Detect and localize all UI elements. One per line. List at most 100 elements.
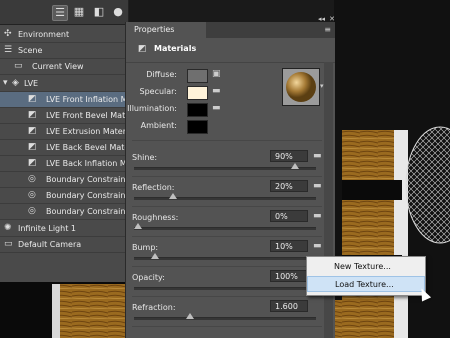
diffuse-label: Diffuse: (146, 70, 177, 79)
divider (132, 206, 322, 207)
slider-track[interactable] (134, 197, 316, 200)
slider-value-input[interactable]: 1.600 (270, 300, 308, 312)
divider (132, 266, 322, 267)
tree-item-label: Current View (32, 62, 84, 71)
expand-arrow-icon[interactable]: ▾ (3, 76, 8, 91)
tree-item[interactable]: ◎ Boundary Constraint 3 (0, 204, 128, 220)
slider-thumb[interactable] (168, 193, 177, 199)
properties-panel: Properties ◂◂ ✕ ≡ ◩ Materials Diffuse: ▣… (125, 15, 335, 338)
tree-item[interactable]: ◩ LVE Back Inflation Ma (0, 156, 128, 172)
diffuse-swatch[interactable] (187, 69, 208, 83)
texture-folder-icon[interactable]: ▬ (313, 152, 325, 161)
tree-item[interactable]: ☰ Scene (0, 43, 128, 59)
materials-header: ◩ Materials (126, 38, 335, 63)
tree-item[interactable]: ◩ LVE Extrusion Materia (0, 124, 128, 140)
slider-label: Opacity: (132, 273, 165, 282)
properties-tabbar: Properties ◂◂ ✕ ≡ (126, 15, 335, 38)
materials-filter-icon[interactable]: ◧ (92, 5, 106, 19)
tree-item[interactable]: ◩ LVE Front Inflation Ma (0, 92, 128, 108)
constraint-icon: ◎ (28, 190, 36, 200)
tree-item-label: Environment (18, 30, 70, 39)
scene-panel: ☰ ▦ ◧ ● ✣ Environment ☰ Scene ▭ Current View ▾… (0, 0, 129, 282)
tree-item-label: LVE (24, 79, 39, 88)
texture-folder-icon[interactable]: ▬ (313, 182, 325, 191)
illumination-swatch[interactable] (187, 103, 208, 117)
preview-dropdown-icon[interactable]: ▾ (320, 82, 324, 90)
slider-label: Roughness: (132, 213, 179, 222)
illumination-label: Illumination: (127, 104, 177, 113)
tree-item[interactable]: ◩ LVE Front Bevel Materi (0, 108, 128, 124)
slider-track[interactable] (134, 167, 316, 170)
menu-item-load-texture[interactable]: Load Texture... (307, 276, 425, 292)
tree-item[interactable]: ▭ Default Camera (0, 237, 128, 253)
slider-track[interactable] (134, 257, 316, 260)
texture-context-menu: New Texture... Load Texture... (306, 256, 426, 296)
slider-value-input[interactable]: 90% (270, 150, 308, 162)
diffuse-texture-icon[interactable]: ▣ (212, 70, 224, 79)
material-icon: ◩ (28, 94, 37, 104)
scene-icon: ☰ (4, 45, 13, 55)
slider-thumb[interactable] (186, 313, 195, 319)
slider-thumb[interactable] (151, 253, 160, 259)
lights-filter-icon[interactable]: ● (111, 5, 125, 19)
tree-item[interactable]: ◎ Boundary Constraint 2 (0, 188, 128, 204)
ambient-label: Ambient: (140, 121, 177, 130)
slider-label: Bump: (132, 243, 159, 252)
specular-swatch[interactable] (187, 86, 208, 100)
constraint-icon: ◎ (28, 206, 36, 216)
tree-item-label: LVE Extrusion Materia (46, 127, 128, 136)
tree-item[interactable]: ▾ ◈ LVE (0, 76, 128, 92)
camera-icon: ▭ (14, 61, 23, 71)
tree-item-label: Infinite Light 1 (18, 224, 76, 233)
illumination-folder-icon[interactable]: ▬ (212, 104, 224, 113)
slider-value-input[interactable]: 20% (270, 180, 308, 192)
tree-item[interactable]: ◩ LVE Back Bevel Materi (0, 140, 128, 156)
slider-track[interactable] (134, 317, 316, 320)
tab-properties[interactable]: Properties (126, 22, 206, 38)
tree-item-label: LVE Back Inflation Ma (46, 159, 128, 168)
light-icon: ✺ (4, 223, 12, 233)
material-icon: ◩ (138, 44, 147, 54)
tree-item-label: LVE Front Inflation Ma (46, 95, 128, 104)
menu-item-new-texture[interactable]: New Texture... (307, 259, 425, 275)
material-icon: ◩ (28, 110, 37, 120)
tree-item-label: Boundary Constraint 2 (46, 191, 128, 200)
slider-track[interactable] (134, 227, 316, 230)
camera-icon: ▭ (4, 239, 13, 249)
tree-item[interactable]: ✣ Environment (0, 27, 128, 43)
tree-item-label: Boundary Constraint 1 (46, 175, 128, 184)
material-icon: ◩ (28, 158, 37, 168)
texture-folder-icon[interactable]: ▬ (313, 212, 325, 221)
slider-value-input[interactable]: 100% (270, 270, 308, 282)
constraint-icon: ◎ (28, 174, 36, 184)
close-icon[interactable]: ✕ (329, 15, 335, 23)
tree-item-label: Default Camera (18, 240, 82, 249)
slider-value-input[interactable]: 0% (270, 210, 308, 222)
panel-menu-icon[interactable]: ≡ (324, 25, 331, 34)
specular-folder-icon[interactable]: ▬ (212, 87, 224, 96)
collapse-icon[interactable]: ◂◂ (318, 15, 325, 23)
scene-filter-icon[interactable]: ☰ (52, 5, 68, 21)
environment-icon: ✣ (4, 29, 12, 39)
slider-thumb[interactable] (290, 163, 299, 169)
materials-title: Materials (154, 44, 197, 53)
tree-item[interactable]: ✺ Infinite Light 1 (0, 221, 128, 237)
mesh-filter-icon[interactable]: ▦ (72, 5, 86, 19)
divider (132, 176, 322, 177)
tree-item[interactable]: ▭ Current View (0, 59, 128, 75)
slider-thumb[interactable] (134, 223, 142, 229)
divider (132, 236, 322, 237)
slider-label: Refraction: (132, 303, 176, 312)
tree-item-label: LVE Front Bevel Materi (46, 111, 128, 120)
divider (132, 296, 322, 297)
tree-item-label: Boundary Constraint 3 (46, 207, 128, 216)
texture-folder-icon[interactable]: ▬ (313, 242, 325, 251)
specular-label: Specular: (139, 87, 177, 96)
properties-scrollbar[interactable] (324, 62, 333, 338)
slider-value-input[interactable]: 10% (270, 240, 308, 252)
material-preview[interactable] (282, 68, 320, 106)
ambient-swatch[interactable] (187, 120, 208, 134)
slider-label: Reflection: (132, 183, 175, 192)
slider-track[interactable] (134, 287, 316, 290)
tree-item[interactable]: ◎ Boundary Constraint 1 (0, 172, 128, 188)
